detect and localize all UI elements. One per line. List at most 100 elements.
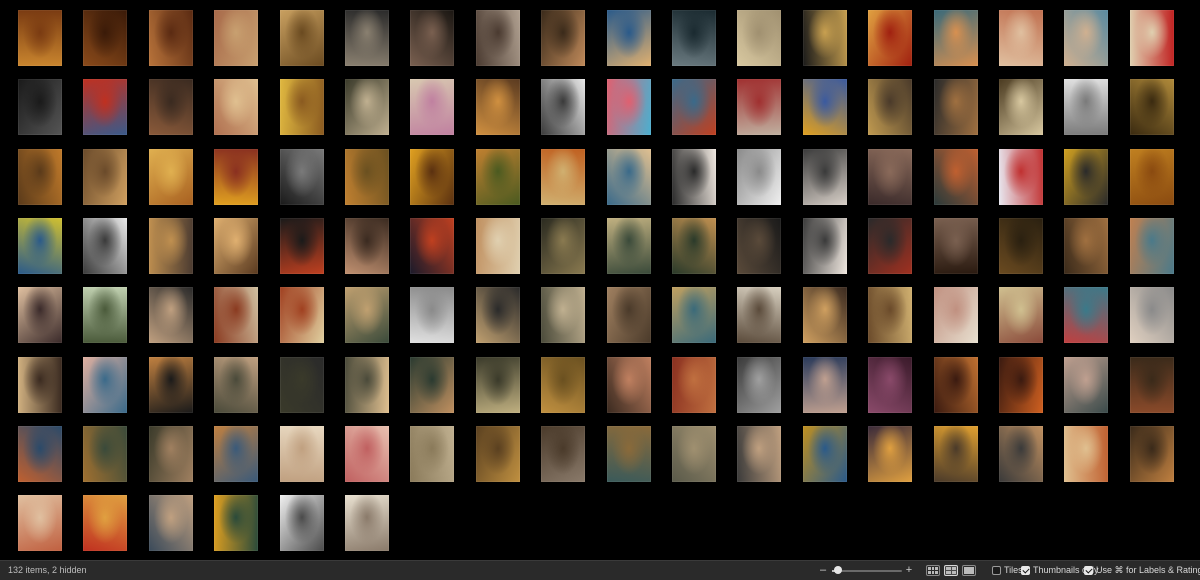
thumbnail-cell[interactable]	[76, 355, 134, 415]
thumbnail-cell[interactable]	[534, 285, 592, 345]
thumbnail-cell[interactable]	[1057, 147, 1115, 207]
thumbnail-cell[interactable]	[273, 424, 331, 484]
thumbnail-cell[interactable]	[11, 285, 69, 345]
thumbnail-cell[interactable]	[600, 147, 658, 207]
thumbnail-cell[interactable]	[665, 77, 723, 137]
thumbnail-cell[interactable]	[1123, 216, 1181, 276]
thumbnail-cell[interactable]	[403, 285, 461, 345]
thumbnail-cell[interactable]	[142, 285, 200, 345]
thumbnail-cell[interactable]	[469, 77, 527, 137]
thumbnail-cell[interactable]	[469, 355, 527, 415]
thumbnail-cell[interactable]	[861, 216, 919, 276]
thumbnail-cell[interactable]	[927, 8, 985, 68]
thumbnail-cell[interactable]	[992, 424, 1050, 484]
thumbnail-cell[interactable]	[600, 355, 658, 415]
thumbnail-cell[interactable]	[1123, 8, 1181, 68]
thumbnail-cell[interactable]	[1123, 77, 1181, 137]
zoom-out-button[interactable]: –	[818, 564, 828, 576]
thumbnail-cell[interactable]	[207, 77, 265, 137]
thumbnail-cell[interactable]	[796, 424, 854, 484]
thumbnail-cell[interactable]	[338, 355, 396, 415]
thumbnail-cell[interactable]	[730, 285, 788, 345]
grid-view-medium-icon[interactable]	[944, 565, 958, 576]
thumbnail-cell[interactable]	[338, 216, 396, 276]
thumbnail-cell[interactable]	[1123, 147, 1181, 207]
thumbnail-cell[interactable]	[76, 424, 134, 484]
thumbnail-cell[interactable]	[469, 8, 527, 68]
thumbnail-cell[interactable]	[730, 424, 788, 484]
thumbnail-cell[interactable]	[11, 8, 69, 68]
thumbnail-cell[interactable]	[665, 216, 723, 276]
thumbnail-cell[interactable]	[207, 147, 265, 207]
thumbnail-cell[interactable]	[927, 285, 985, 345]
thumbnail-cell[interactable]	[927, 355, 985, 415]
thumbnail-cell[interactable]	[1123, 355, 1181, 415]
thumbnail-cell[interactable]	[207, 424, 265, 484]
thumbnail-cell[interactable]	[927, 77, 985, 137]
thumbnail-cell[interactable]	[992, 147, 1050, 207]
thumbnail-cell[interactable]	[76, 216, 134, 276]
thumbnail-cell[interactable]	[207, 216, 265, 276]
use-cmd-labels-ratings-checkbox[interactable]	[1084, 566, 1093, 575]
thumbnail-cell[interactable]	[469, 147, 527, 207]
thumbnail-cell[interactable]	[1057, 77, 1115, 137]
thumbnail-cell[interactable]	[927, 424, 985, 484]
thumbnail-cell[interactable]	[730, 77, 788, 137]
grid-view-small-icon[interactable]	[926, 565, 940, 576]
thumbnail-cell[interactable]	[1057, 8, 1115, 68]
thumbnail-cell[interactable]	[534, 216, 592, 276]
thumbnail-cell[interactable]	[600, 285, 658, 345]
thumbnail-cell[interactable]	[273, 216, 331, 276]
thumbnail-cell[interactable]	[796, 77, 854, 137]
thumbnail-cell[interactable]	[207, 285, 265, 345]
thumbnail-cell[interactable]	[1123, 424, 1181, 484]
thumbnail-cell[interactable]	[273, 355, 331, 415]
thumbnail-cell[interactable]	[796, 285, 854, 345]
thumbnail-cell[interactable]	[469, 424, 527, 484]
thumbnail-cell[interactable]	[273, 493, 331, 553]
thumbnail-cell[interactable]	[534, 147, 592, 207]
thumbnail-cell[interactable]	[927, 216, 985, 276]
thumbnail-cell[interactable]	[534, 77, 592, 137]
thumbnail-cell[interactable]	[730, 8, 788, 68]
thumbnail-cell[interactable]	[730, 216, 788, 276]
thumbnail-cell[interactable]	[273, 8, 331, 68]
thumbnail-cell[interactable]	[403, 424, 461, 484]
thumbnail-cell[interactable]	[469, 285, 527, 345]
thumbnail-cell[interactable]	[665, 285, 723, 345]
thumbnail-cell[interactable]	[11, 147, 69, 207]
thumbnail-cell[interactable]	[403, 216, 461, 276]
thumbnail-cell[interactable]	[142, 147, 200, 207]
thumbnail-cell[interactable]	[11, 77, 69, 137]
thumbnails-only-checkbox[interactable]	[1021, 566, 1030, 575]
thumbnail-cell[interactable]	[338, 493, 396, 553]
thumbnail-cell[interactable]	[600, 424, 658, 484]
thumbnail-cell[interactable]	[534, 355, 592, 415]
thumbnail-cell[interactable]	[142, 424, 200, 484]
thumbnail-cell[interactable]	[76, 8, 134, 68]
thumbnail-cell[interactable]	[665, 355, 723, 415]
thumbnail-cell[interactable]	[207, 493, 265, 553]
thumbnail-cell[interactable]	[796, 355, 854, 415]
thumbnail-cell[interactable]	[861, 147, 919, 207]
thumbnail-cell[interactable]	[600, 216, 658, 276]
thumbnail-cell[interactable]	[338, 424, 396, 484]
thumbnail-cell[interactable]	[796, 8, 854, 68]
thumbnail-cell[interactable]	[1057, 355, 1115, 415]
zoom-in-button[interactable]: +	[904, 564, 914, 576]
thumbnail-cell[interactable]	[796, 147, 854, 207]
thumbnail-cell[interactable]	[11, 424, 69, 484]
thumbnail-cell[interactable]	[469, 216, 527, 276]
thumbnail-cell[interactable]	[600, 8, 658, 68]
thumbnail-cell[interactable]	[1057, 424, 1115, 484]
thumbnail-cell[interactable]	[861, 285, 919, 345]
thumbnail-cell[interactable]	[403, 8, 461, 68]
thumbnail-cell[interactable]	[338, 285, 396, 345]
thumbnail-cell[interactable]	[338, 147, 396, 207]
thumbnail-cell[interactable]	[730, 147, 788, 207]
thumbnail-cell[interactable]	[273, 77, 331, 137]
thumbnail-cell[interactable]	[142, 77, 200, 137]
thumbnail-cell[interactable]	[927, 147, 985, 207]
thumbnail-cell[interactable]	[403, 77, 461, 137]
thumbnail-cell[interactable]	[992, 77, 1050, 137]
